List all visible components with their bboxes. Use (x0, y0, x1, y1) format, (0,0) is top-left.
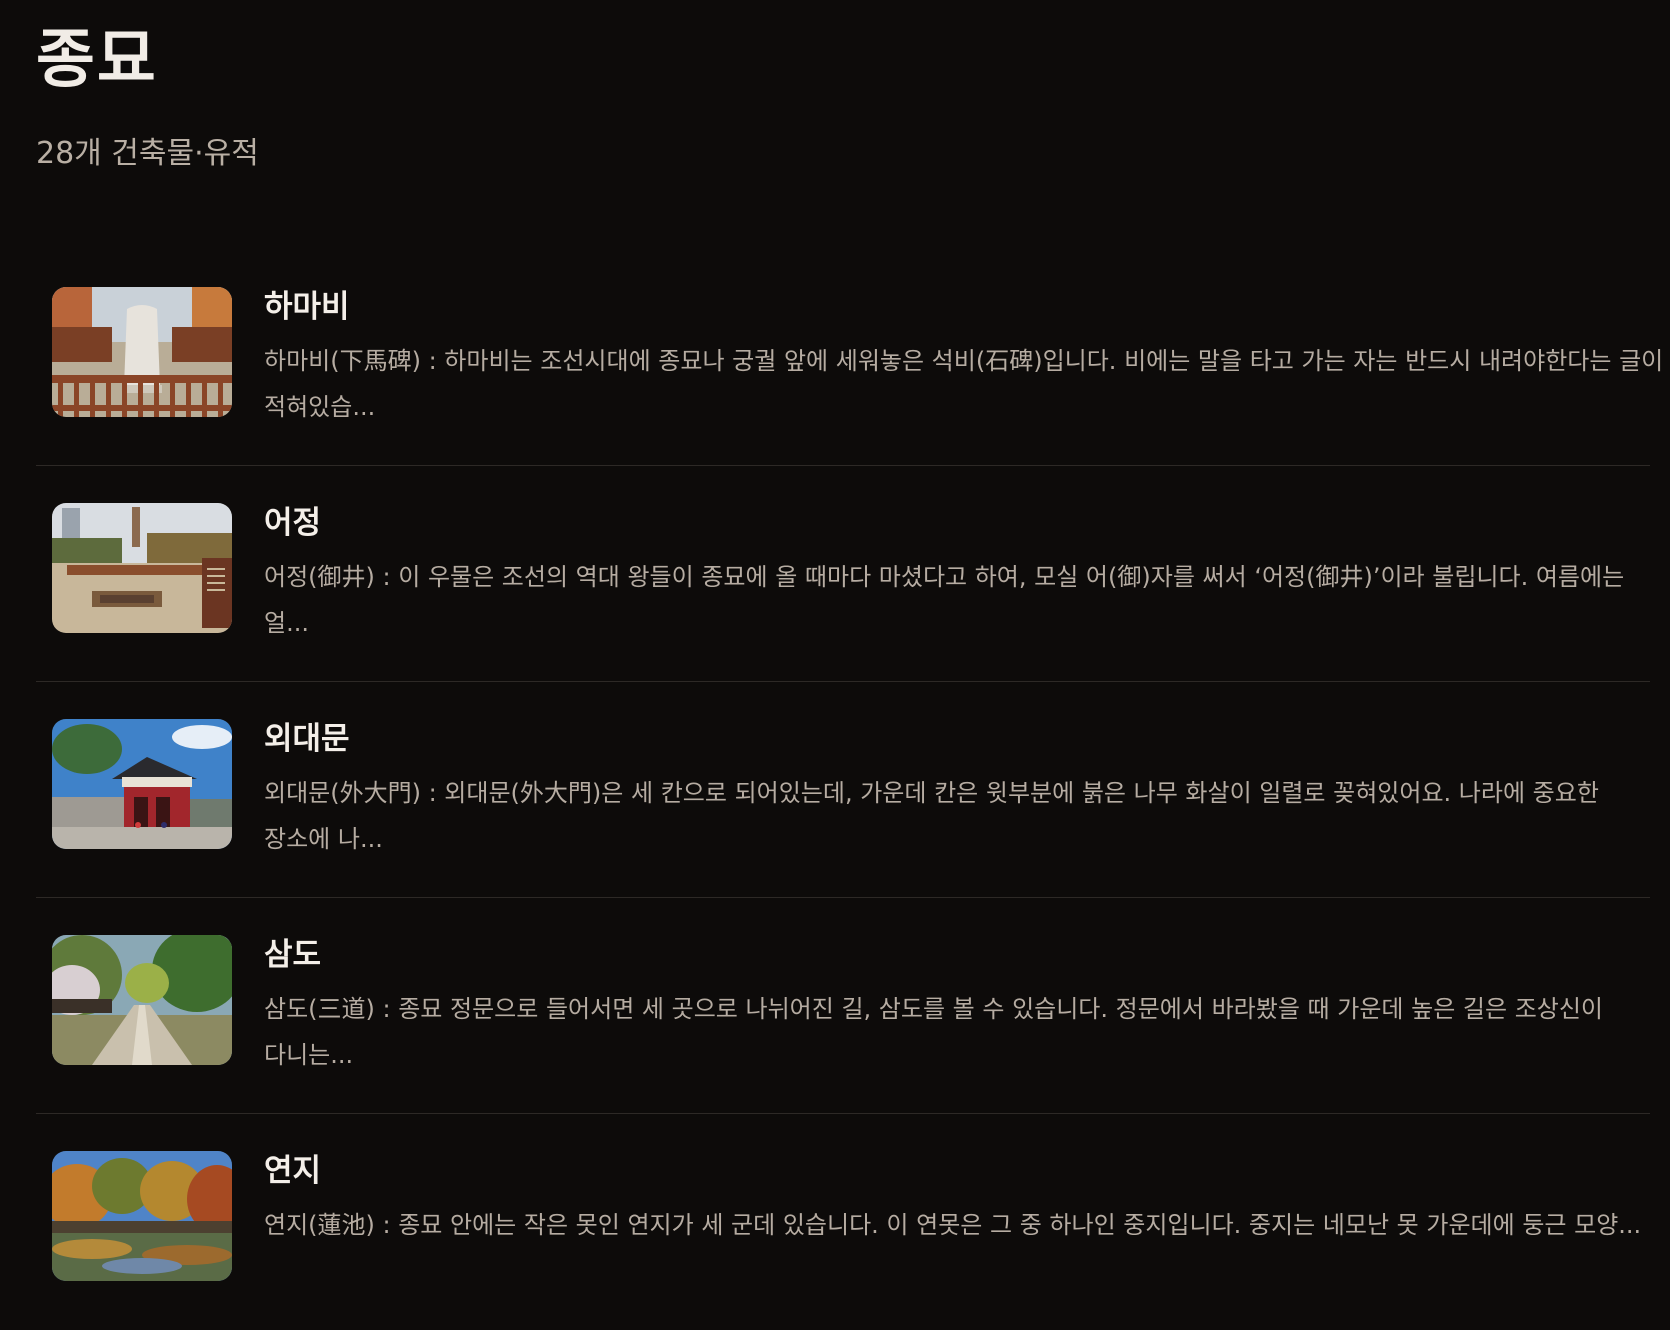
site-list-item[interactable]: 외대문 외대문(外大門) : 외대문(外大門)은 세 칸으로 되어있는데, 가운… (36, 682, 1650, 898)
site-name[interactable]: 하마비 (264, 286, 350, 328)
site-thumbnail[interactable] (52, 503, 232, 633)
site-thumbnail[interactable] (52, 719, 232, 849)
main-gate-photo (52, 719, 232, 849)
page-subtitle: 28개 건축물·유적 (36, 136, 259, 171)
page-title: 종묘 (36, 22, 158, 97)
page: 종묘 28개 건축물·유적 하마비 하마비(下馬碑): 하마비는 조선시대에 … (0, 0, 1670, 1320)
site-name[interactable]: 연지 (264, 1150, 321, 1192)
site-list-item[interactable]: 어정 어정(御井) : 이 우물은 조선의 역대 왕들이 종묘에 올 때마다 마… (36, 466, 1650, 682)
site-description: 어정(御井) : 이 우물은 조선의 역대 왕들이 종묘에 올 때마다 마셨다고… (264, 563, 1625, 637)
site-list: 하마비 하마비(下馬碑) : 하마비는 조선시대에 종묘나 궁궐 앞에 세워놓은… (36, 250, 1663, 1330)
lotus-pond-photo (52, 1151, 232, 1281)
three-path-photo (52, 935, 232, 1065)
site-thumbnail[interactable] (52, 1151, 232, 1281)
site-thumbnail[interactable] (52, 287, 232, 417)
stone-stele-photo (52, 287, 232, 417)
site-description: 하마비(下馬碑) : 하마비는 조선시대에 종묘나 궁궐 앞에 세워놓은 석비(… (264, 347, 1664, 421)
site-name[interactable]: 외대문 (264, 718, 350, 760)
site-thumbnail[interactable] (52, 935, 232, 1065)
royal-well-photo (52, 503, 232, 633)
site-list-item[interactable]: 삼도 삼도(三道) : 종묘 정문으로 들어서면 세 곳으로 나뉘어진 길, 삼… (36, 898, 1650, 1114)
site-name[interactable]: 삼도 (264, 934, 321, 976)
site-list-item[interactable]: 연지 연지(蓮池) : 종묘 안에는 작은 못인 연지가 세 군데 있습니다. … (36, 1114, 1650, 1330)
site-name[interactable]: 어정 (264, 502, 321, 544)
site-description: 연지(蓮池) : 종묘 안에는 작은 못인 연지가 세 군데 있습니다. 이 연… (264, 1211, 1642, 1239)
site-description: 삼도(三道) : 종묘 정문으로 들어서면 세 곳으로 나뉘어진 길, 삼도를 … (264, 995, 1604, 1069)
site-description: 외대문(外大門) : 외대문(外大門)은 세 칸으로 되어있는데, 가운데 칸은… (264, 779, 1599, 853)
site-list-item[interactable]: 하마비 하마비(下馬碑) : 하마비는 조선시대에 종묘나 궁궐 앞에 세워놓은… (36, 250, 1663, 466)
